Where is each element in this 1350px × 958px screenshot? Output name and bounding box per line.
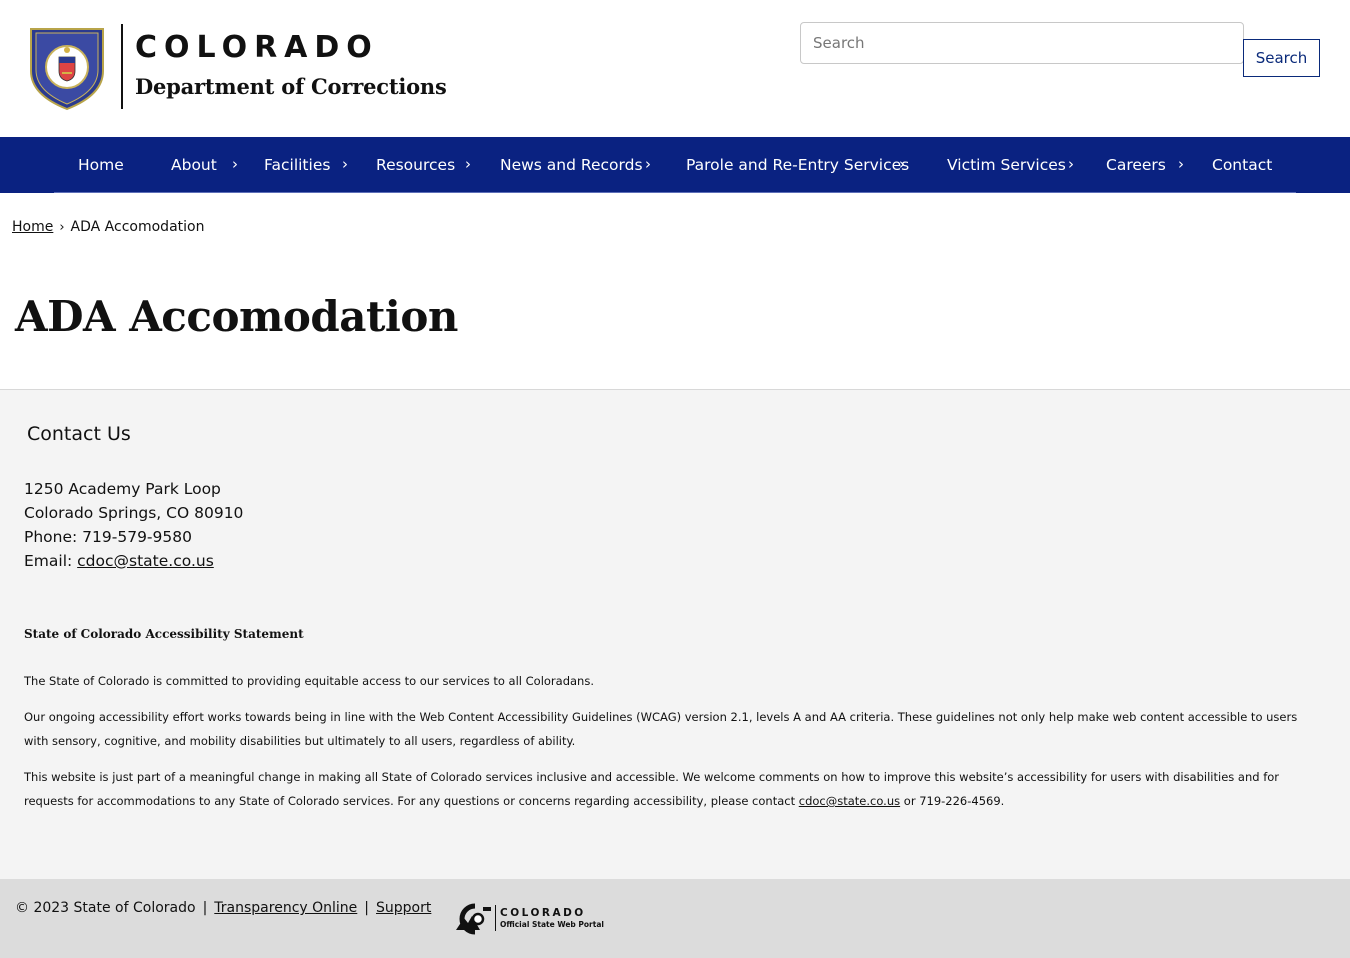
accessibility-paragraph-3: This website is just part of a meaningfu… (24, 765, 1314, 813)
nav-item-facilities[interactable]: Facilities (264, 137, 330, 193)
nav-item-resources[interactable]: Resources (376, 137, 455, 193)
portal-name: COLORADO (500, 907, 586, 919)
nav-item-contact[interactable]: Contact (1212, 137, 1272, 193)
site-header: COLORADO Department of Corrections Searc… (0, 0, 1350, 137)
contact-email-row: Email: cdoc@state.co.us (24, 549, 243, 573)
colorado-portal-logo[interactable]: COLORADO Official State Web Portal (453, 903, 604, 935)
chevron-right-icon[interactable]: › (1178, 137, 1184, 193)
support-link[interactable]: Support (376, 900, 431, 916)
breadcrumb-current: ADA Accomodation (70, 219, 205, 235)
page-title: ADA Accomodation (15, 292, 458, 341)
chevron-right-icon[interactable]: › (645, 137, 651, 193)
nav-underline (54, 192, 1296, 193)
contact-email-link[interactable]: cdoc@state.co.us (77, 552, 214, 570)
breadcrumb-home-link[interactable]: Home (12, 219, 53, 235)
accessibility-paragraph-1: The State of Colorado is committed to pr… (24, 674, 594, 688)
transparency-online-link[interactable]: Transparency Online (214, 900, 357, 916)
site-footer: © 2023 State of Colorado | Transparency On… (0, 879, 1350, 958)
accessibility-title: State of Colorado Accessibility Statemen… (24, 627, 304, 641)
chevron-right-icon[interactable]: › (1068, 137, 1074, 193)
chevron-right-icon[interactable]: › (465, 137, 471, 193)
contact-address: 1250 Academy Park Loop Colorado Springs,… (24, 477, 243, 573)
address-line-1: 1250 Academy Park Loop (24, 480, 221, 498)
search-button[interactable]: Search (1243, 39, 1320, 77)
chevron-right-icon[interactable]: › (899, 137, 905, 193)
search-input[interactable] (800, 22, 1244, 64)
contact-section: Contact Us 1250 Academy Park Loop Colora… (0, 389, 1350, 879)
cdoc-seal-icon (30, 28, 104, 111)
accessibility-p3-text: This website is just part of a meaningfu… (24, 770, 1280, 808)
footer-separator: | (364, 900, 370, 916)
nav-item-home[interactable]: Home (78, 137, 124, 193)
breadcrumb-separator-icon: › (59, 220, 65, 235)
contact-phone: Phone: 719-579-9580 (24, 528, 192, 546)
nav-item-careers[interactable]: Careers (1106, 137, 1166, 193)
footer-separator: | (202, 900, 208, 916)
nav-item-about[interactable]: About (171, 137, 217, 193)
nav-item-victim-services[interactable]: Victim Services (947, 137, 1066, 193)
footer-copyright: © 2023 State of Colorado (15, 900, 196, 916)
footer-links: © 2023 State of Colorado | Transparency On… (15, 900, 431, 916)
colorado-c-logo-icon (456, 903, 491, 935)
logo-department-name: Department of Corrections (135, 74, 447, 99)
breadcrumb: Home › ADA Accomodation (12, 219, 204, 235)
address-line-2: Colorado Springs, CO 80910 (24, 504, 244, 522)
chevron-right-icon[interactable]: › (342, 137, 348, 193)
nav-item-parole-and-reentry[interactable]: Parole and Re-Entry Services (686, 137, 909, 193)
main-nav: Home About › Facilities › Resources › Ne… (0, 137, 1350, 193)
logo-divider (121, 24, 123, 109)
portal-subtitle: Official State Web Portal (500, 920, 604, 929)
email-label: Email: (24, 552, 78, 570)
nav-item-news-and-records[interactable]: News and Records (500, 137, 643, 193)
portal-logo-divider (495, 905, 496, 931)
logo-state-name: COLORADO (135, 30, 379, 65)
contact-heading: Contact Us (27, 423, 131, 445)
accessibility-email-link[interactable]: cdoc@state.co.us (799, 794, 900, 808)
chevron-right-icon[interactable]: › (232, 137, 238, 193)
accessibility-p3-tail: or 719-226-4569. (900, 794, 1005, 808)
accessibility-paragraph-2: Our ongoing accessibility effort works t… (24, 710, 1298, 748)
